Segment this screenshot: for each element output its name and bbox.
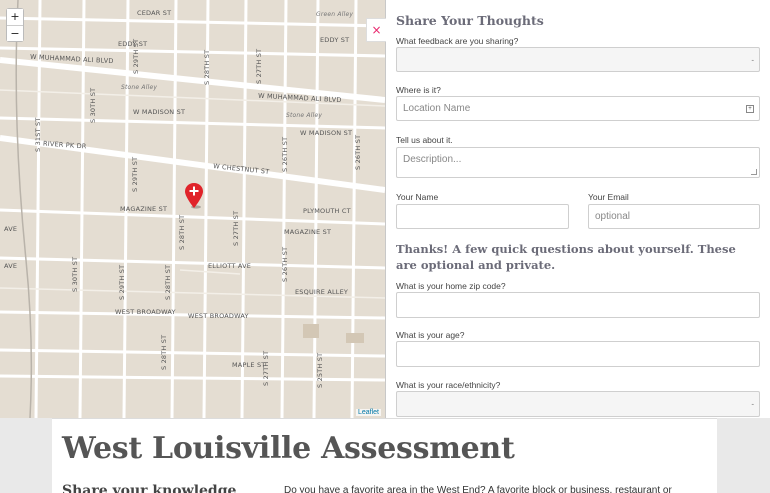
street-label: EDDY ST: [320, 36, 350, 44]
street-label: S 28TH ST: [160, 334, 168, 370]
street-label: WEST BROADWAY: [188, 312, 249, 320]
race-label: What is your race/ethnicity?: [396, 380, 501, 390]
street-label: S 27TH ST: [232, 210, 240, 246]
description-textarea[interactable]: Description...: [396, 147, 760, 178]
email-placeholder: optional: [595, 211, 631, 222]
dropdown-caret-icon: -: [751, 55, 754, 64]
street-label: S 26TH ST: [354, 134, 362, 170]
street-label: S 25TH ST: [316, 352, 324, 388]
zip-input[interactable]: [396, 292, 760, 318]
street-label: S 27TH ST: [255, 48, 263, 84]
page-title: West Louisville Assessment: [62, 431, 515, 466]
street-label: Stone Alley: [286, 112, 323, 119]
street-label: Stone Alley: [121, 84, 158, 91]
street-label: W MADISON ST: [133, 108, 186, 116]
zoom-in-button[interactable]: +: [7, 9, 23, 25]
leaflet-attribution-link[interactable]: Leaflet: [355, 409, 381, 416]
close-panel-button[interactable]: ×: [366, 18, 386, 42]
street-label: ELLIOTT AVE: [208, 262, 252, 270]
zip-label: What is your home zip code?: [396, 281, 506, 291]
name-label: Your Name: [396, 192, 439, 202]
feedback-type-select[interactable]: -: [396, 47, 760, 72]
street-label: S 28TH ST: [178, 214, 186, 250]
street-label: PLYMOUTH CT: [303, 207, 351, 215]
location-placeholder: Location Name: [403, 103, 471, 114]
content-card: West Louisville Assessment Share your kn…: [52, 418, 717, 493]
race-select[interactable]: -: [396, 391, 760, 417]
street-label: S 30TH ST: [89, 87, 97, 123]
feedback-type-label: What feedback are you sharing?: [396, 36, 519, 46]
panel-title: Share Your Thoughts: [396, 13, 544, 28]
location-input[interactable]: Location Name +: [396, 96, 760, 121]
street-label: S 26TH ST: [281, 246, 289, 282]
street-label: S 31ST ST: [34, 117, 42, 152]
description-placeholder: Description...: [403, 154, 462, 165]
street-label: ESQUIRE ALLEY: [295, 288, 349, 296]
name-input[interactable]: [396, 204, 569, 229]
street-label: CEDAR ST: [137, 9, 172, 17]
dropdown-caret-icon: -: [751, 399, 754, 409]
street-label: MAGAZINE ST: [120, 205, 168, 213]
age-input[interactable]: [396, 341, 760, 367]
zoom-out-button[interactable]: −: [7, 25, 23, 41]
age-label: What is your age?: [396, 330, 465, 340]
street-label: AVE: [4, 262, 18, 270]
street-label: S 30TH ST: [71, 256, 79, 292]
page: CEDAR ST Green Alley EDDY ST EDDY ST W M…: [0, 0, 770, 493]
street-label: Green Alley: [316, 11, 354, 18]
street-label: S 26TH ST: [281, 136, 289, 172]
street-label: S 28TH ST: [164, 264, 172, 300]
section-subheading: Share your knowledge: [62, 483, 237, 493]
street-label: S 29TH ST: [118, 264, 126, 300]
map[interactable]: CEDAR ST Green Alley EDDY ST EDDY ST W M…: [0, 0, 385, 418]
street-label: S 28TH ST: [203, 49, 211, 85]
street-label: W MADISON ST: [300, 129, 353, 137]
description-label: Tell us about it.: [396, 135, 453, 145]
street-label: MAGAZINE ST: [284, 228, 332, 236]
street-label: S 29TH ST: [132, 38, 140, 74]
street-label: S 29TH ST: [131, 156, 139, 192]
demographics-heading: Thanks! A few quick questions about your…: [396, 242, 736, 272]
street-label: WEST BROADWAY: [115, 308, 176, 316]
street-label: S 27TH ST: [262, 350, 270, 386]
location-pin-icon[interactable]: [185, 183, 203, 209]
feedback-panel: Share Your Thoughts What feedback are yo…: [385, 0, 770, 418]
email-input[interactable]: optional: [588, 204, 760, 229]
street-label: AVE: [4, 225, 18, 233]
location-label: Where is it?: [396, 85, 441, 95]
intro-text: Do you have a favorite area in the West …: [284, 485, 672, 493]
resize-handle-icon[interactable]: [751, 169, 757, 175]
street-label: MAPLE ST: [232, 361, 266, 369]
zoom-control: + −: [6, 8, 24, 42]
email-label: Your Email: [588, 192, 629, 202]
locate-icon[interactable]: +: [746, 104, 754, 113]
